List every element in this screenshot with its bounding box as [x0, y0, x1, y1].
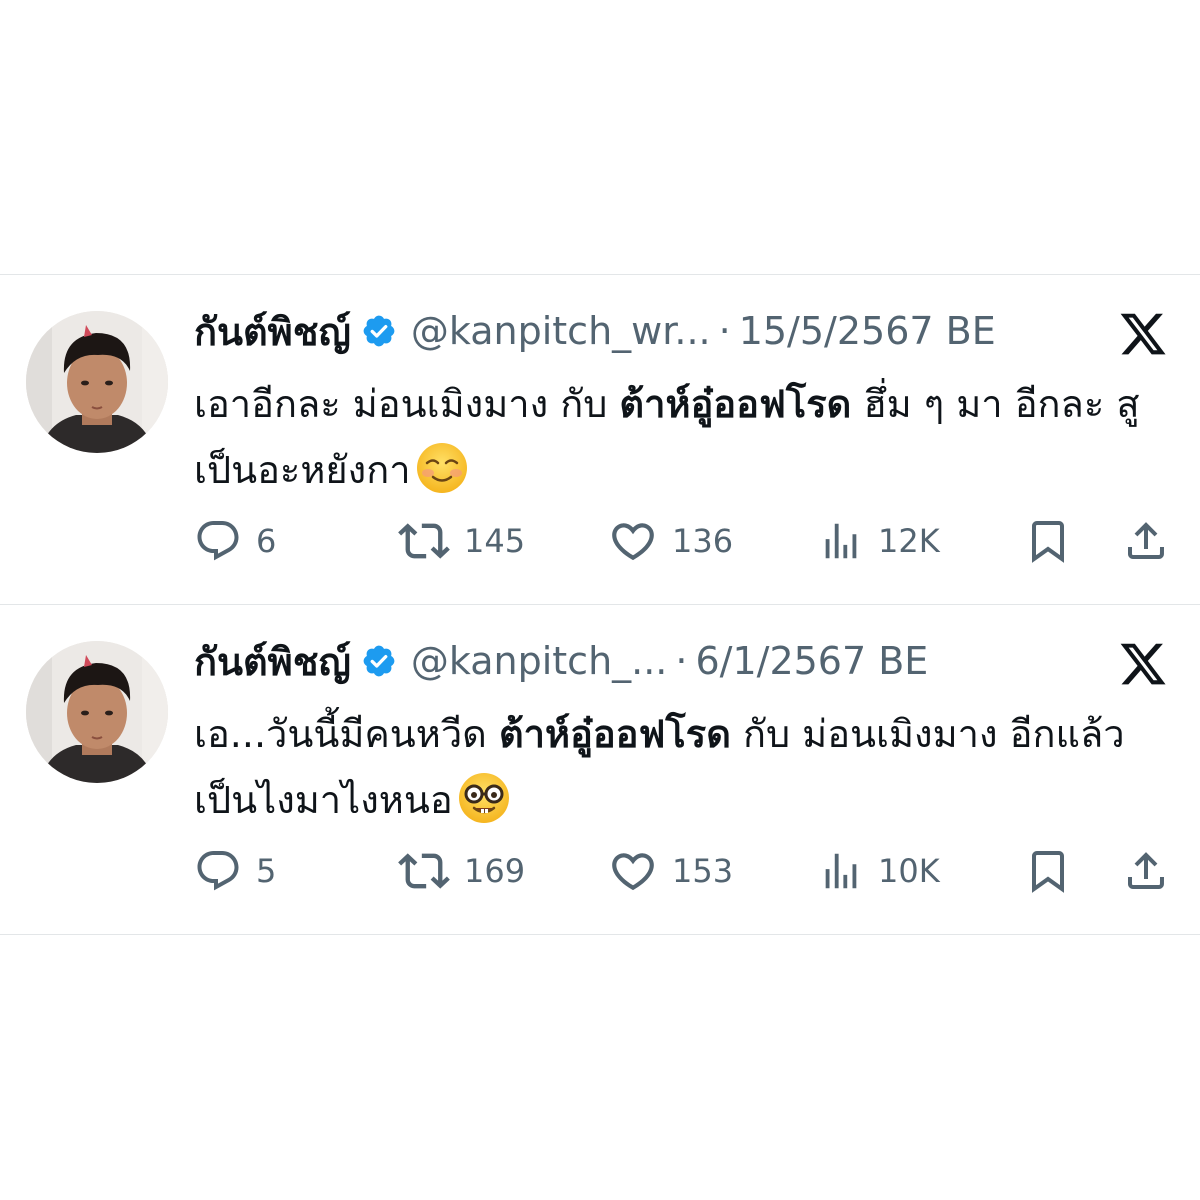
reply-count: 6	[256, 522, 277, 560]
handle[interactable]: @kanpitch_wr...	[411, 309, 711, 353]
bookmark-button[interactable]	[1024, 843, 1072, 899]
tweet-text: เอ...วันนี้มีคนหวีด ต้าห์อู๋ออฟโรด กับ ม…	[194, 701, 1174, 833]
tweet-text-bold: ต้าห์อู๋ออฟโรด	[498, 712, 731, 756]
retweet-icon	[398, 515, 450, 567]
nerd-face-emoji	[457, 771, 511, 825]
display-name[interactable]: กันต์พิชญ์	[194, 631, 351, 692]
bookmark-icon	[1024, 847, 1072, 895]
tweet-date[interactable]: 15/5/2567 BE	[739, 309, 996, 353]
share-button[interactable]	[1122, 513, 1170, 569]
views-button[interactable]: 12K	[818, 513, 940, 569]
reply-icon	[194, 517, 242, 565]
like-button[interactable]: 136	[608, 513, 733, 569]
reply-button[interactable]: 5	[194, 843, 276, 899]
display-name[interactable]: กันต์พิชญ์	[194, 301, 351, 362]
smiling-face-emoji	[415, 441, 469, 495]
tweet-header: กันต์พิชญ์ @kanpitch_wr... · 15/5/2567 B…	[194, 301, 996, 361]
reply-button[interactable]: 6	[194, 513, 276, 569]
like-icon	[608, 516, 658, 566]
views-button[interactable]: 10K	[818, 843, 940, 899]
tweet-text-bold: ต้าห์อู๋ออฟโรด	[619, 382, 852, 426]
share-icon	[1122, 847, 1170, 895]
avatar[interactable]	[26, 641, 168, 783]
like-button[interactable]: 153	[608, 843, 733, 899]
share-icon	[1122, 517, 1170, 565]
like-icon	[608, 846, 658, 896]
verified-badge-icon	[361, 313, 397, 349]
views-icon	[818, 848, 864, 894]
tweet-date[interactable]: 6/1/2567 BE	[695, 639, 928, 683]
action-bar: 6 145 136 12K	[0, 513, 1200, 569]
tweet-card[interactable]: กันต์พิชญ์ @kanpitch_wr... · 15/5/2567 B…	[0, 274, 1200, 604]
retweet-count: 169	[464, 852, 526, 890]
tweet-header: กันต์พิชญ์ @kanpitch_... · 6/1/2567 BE	[194, 631, 928, 691]
tweet-text-part: เอ...วันนี้มีคนหวีด	[194, 712, 499, 756]
avatar[interactable]	[26, 311, 168, 453]
separator: ·	[675, 639, 688, 683]
retweet-icon	[398, 845, 450, 897]
views-count: 12K	[878, 522, 940, 560]
tweet-text: เอาอีกละ ม่อนเมิงมาง กับ ต้าห์อู๋ออฟโรด …	[194, 371, 1174, 503]
like-count: 153	[672, 852, 734, 890]
share-button[interactable]	[1122, 843, 1170, 899]
bookmark-button[interactable]	[1024, 513, 1072, 569]
views-count: 10K	[878, 852, 940, 890]
handle[interactable]: @kanpitch_...	[411, 639, 668, 683]
x-logo-icon	[1118, 639, 1168, 689]
retweet-button[interactable]: 145	[398, 513, 525, 569]
action-bar: 5 169 153 10K	[0, 843, 1200, 899]
like-count: 136	[672, 522, 734, 560]
tweet-text-part: เอาอีกละ ม่อนเมิงมาง กับ	[194, 382, 620, 426]
reply-icon	[194, 847, 242, 895]
separator: ·	[718, 309, 731, 353]
reply-count: 5	[256, 852, 277, 890]
verified-badge-icon	[361, 643, 397, 679]
x-logo-icon	[1118, 309, 1168, 359]
views-icon	[818, 518, 864, 564]
tweet-card[interactable]: กันต์พิชญ์ @kanpitch_... · 6/1/2567 BE เ…	[0, 604, 1200, 935]
bookmark-icon	[1024, 517, 1072, 565]
retweet-button[interactable]: 169	[398, 843, 525, 899]
retweet-count: 145	[464, 522, 526, 560]
